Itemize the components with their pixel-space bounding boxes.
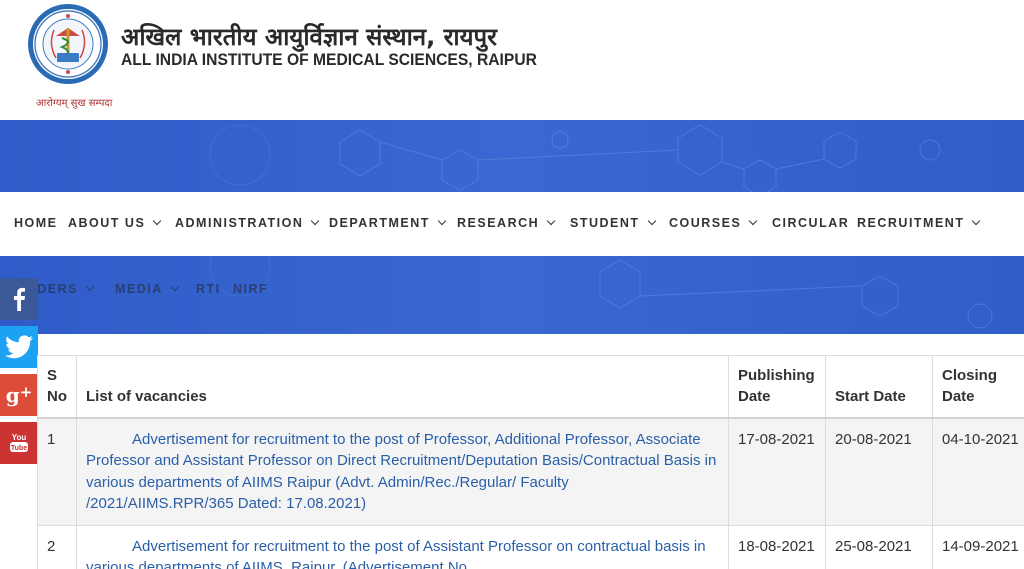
cell-start-date: 25-08-2021 [825, 524, 933, 569]
nav-label: ADMINISTRATION [175, 216, 304, 230]
chevron-down-icon [85, 282, 95, 292]
vacancy-link[interactable]: Advertisement for recruitment to the pos… [86, 431, 716, 513]
nav-label: RESEARCH [457, 216, 540, 230]
column-header-sno[interactable]: S No [37, 355, 77, 419]
nav-rti[interactable]: RTI [196, 282, 221, 296]
nav-label: RECRUITMENT [857, 216, 965, 230]
column-header-vacancies[interactable]: List of vacancies [76, 355, 729, 419]
table-row: 2 Advertisement for recruitment to the p… [37, 524, 1024, 569]
nav-administration[interactable]: ADMINISTRATION [175, 216, 320, 230]
nav-row-2: TENDERS MEDIA RTI NIRF [0, 256, 1024, 334]
nav-label: COURSES [669, 216, 742, 230]
chevron-down-icon [170, 282, 180, 292]
table-header-row: S No List of vacancies Publishing Date Sta… [37, 355, 1024, 419]
nav-label: HOME [14, 216, 58, 230]
header-text: Date [942, 387, 975, 405]
cell-vacancy: Advertisement for recruitment to the pos… [76, 524, 729, 569]
nav-tenders[interactable]: TENDERS [38, 282, 95, 296]
youtube-icon[interactable]: You Tube [0, 422, 38, 464]
institute-name-hindi: अखिल भारतीय आयुर्विज्ञान संस्थान, रायपुर [121, 23, 497, 51]
nav-label: NIRF [233, 282, 269, 296]
header-text: S [47, 366, 58, 384]
vacancies-table-container: S No List of vacancies Publishing Date Sta… [37, 355, 1024, 569]
nav-recruitment[interactable]: RECRUITMENT [857, 216, 981, 230]
nav-research[interactable]: RESEARCH [457, 216, 556, 230]
site-header: आरोग्यम् सुख सम्पदा अखिल भारतीय आयुर्विज… [0, 0, 1024, 120]
cell-closing-date: 04-10-2021 [932, 417, 1024, 526]
nav-label: ABOUT US [68, 216, 146, 230]
nav-media[interactable]: MEDIA [115, 282, 180, 296]
table-row: 1 Advertisement for recruitment to the p… [37, 417, 1024, 526]
google-plus-icon[interactable]: g+ [0, 374, 38, 416]
cell-publishing-date: 18-08-2021 [728, 524, 826, 569]
svg-text:You: You [12, 433, 27, 442]
chevron-down-icon [437, 216, 447, 226]
nav-department[interactable]: DEPARTMENT [329, 216, 447, 230]
nav-label: CIRCULAR [772, 216, 850, 230]
nav-label: DEPARTMENT [329, 216, 430, 230]
nav-courses[interactable]: COURSES [669, 216, 758, 230]
cell-start-date: 20-08-2021 [825, 417, 933, 526]
chevron-down-icon [311, 216, 320, 226]
nav-student[interactable]: STUDENT [570, 216, 656, 230]
cell-vacancy: Advertisement for recruitment to the pos… [76, 417, 729, 526]
column-header-start-date[interactable]: Start Date [825, 355, 933, 419]
vacancy-title: Advertisement for recruitment to the pos… [86, 537, 706, 569]
chevron-down-icon [647, 216, 656, 226]
nav-label: MEDIA [115, 282, 163, 296]
svg-text:Tube: Tube [11, 445, 27, 452]
header-text: Closing [942, 366, 997, 384]
column-header-publishing-date[interactable]: Publishing Date [728, 355, 826, 419]
chevron-down-icon [153, 216, 162, 226]
chevron-down-icon [546, 216, 556, 226]
vacancies-table: S No List of vacancies Publishing Date Sta… [37, 355, 1024, 569]
aiims-emblem-icon[interactable] [26, 2, 110, 94]
nav-circular[interactable]: CIRCULAR [772, 216, 849, 230]
nav-label: STUDENT [570, 216, 640, 230]
header-text: Date [738, 387, 771, 405]
chevron-down-icon [749, 216, 758, 226]
nav-label: RTI [196, 282, 221, 296]
cell-publishing-date: 17-08-2021 [728, 417, 826, 526]
hero-banner [0, 120, 1024, 192]
nav-home[interactable]: HOME [14, 216, 58, 230]
twitter-icon[interactable] [0, 326, 38, 368]
nav-nirf[interactable]: NIRF [233, 282, 268, 296]
nav-label: TENDERS [38, 282, 78, 296]
cell-closing-date: 14-09-2021 [932, 524, 1024, 569]
column-header-closing-date[interactable]: Closing Date [932, 355, 1024, 419]
header-text: Publishing [738, 366, 815, 384]
motto-text: आरोग्यम् सुख सम्पदा [36, 98, 113, 109]
vacancy-title: Advertisement for recruitment to the pos… [86, 430, 717, 513]
facebook-icon[interactable] [0, 278, 38, 320]
cell-sno: 2 [37, 524, 77, 569]
header-text: No [47, 387, 67, 405]
vacancy-link[interactable]: Advertisement for recruitment to the pos… [86, 538, 706, 569]
header-text: Start Date [835, 387, 906, 405]
institute-name-english: ALL INDIA INSTITUTE OF MEDICAL SCIENCES,… [121, 50, 537, 69]
main-nav: HOME ABOUT US ADMINISTRATION DEPARTMENT … [0, 192, 1024, 256]
chevron-down-icon [972, 216, 981, 226]
cell-sno: 1 [37, 417, 77, 526]
nav-about-us[interactable]: ABOUT US [68, 216, 162, 230]
header-text: List of vacancies [86, 387, 207, 405]
